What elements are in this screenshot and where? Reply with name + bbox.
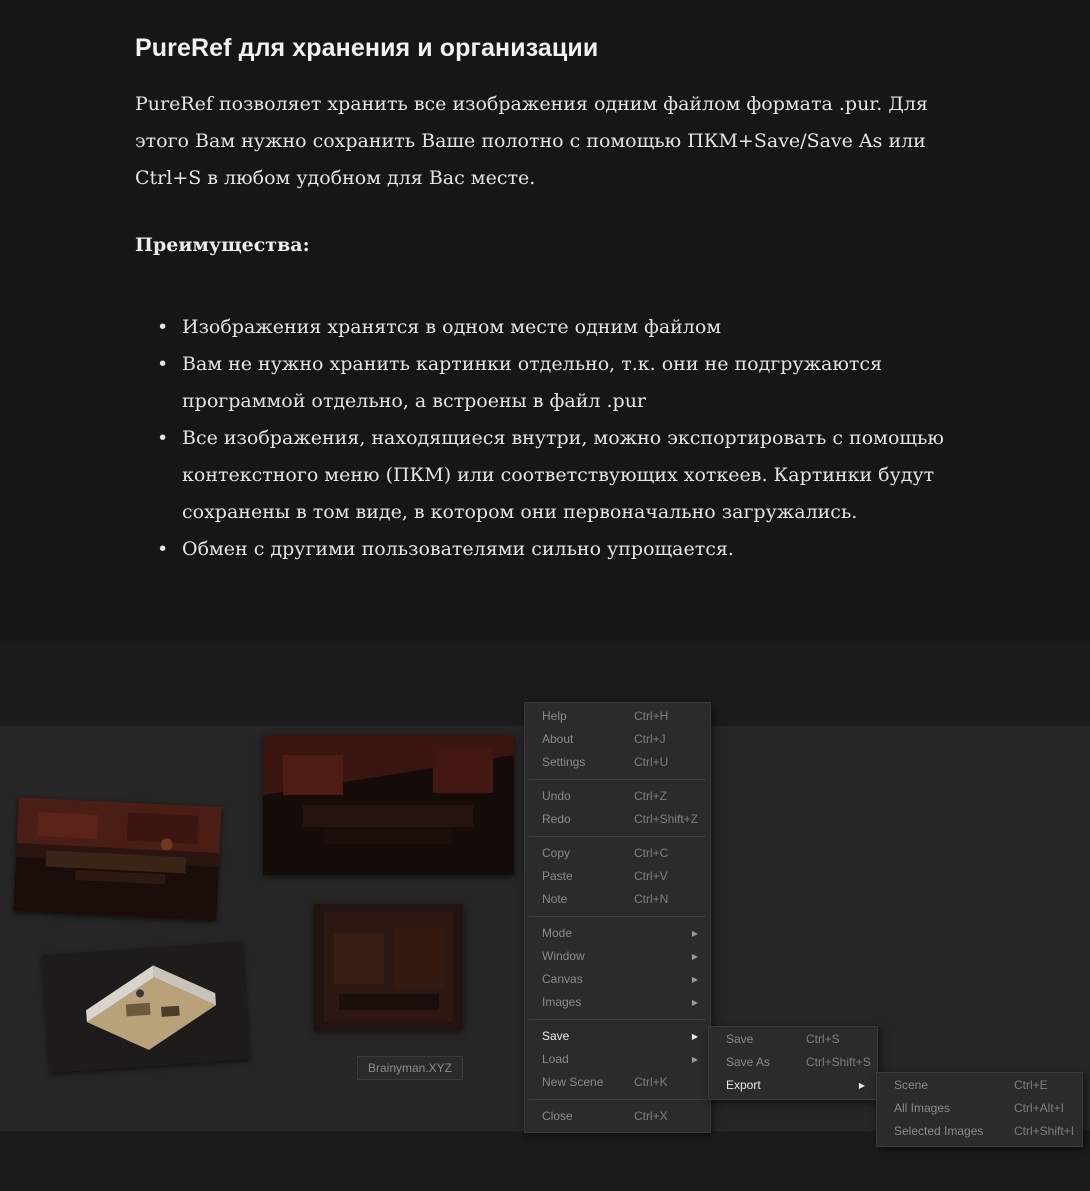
- menu-item-label: About: [542, 732, 574, 746]
- submenu-item-all-images[interactable]: All Images Ctrl+Alt+I: [877, 1097, 1082, 1120]
- isometric-room-picture: [42, 941, 250, 1073]
- menu-item-load[interactable]: Load ▶: [525, 1048, 710, 1071]
- menu-item-label: Settings: [542, 755, 586, 769]
- reference-image-studio-3[interactable]: [314, 904, 463, 1030]
- menu-item-shortcut: Ctrl+Shift+S: [806, 1055, 871, 1069]
- menu-item-label: Copy: [542, 846, 571, 860]
- submenu-item-scene[interactable]: Scene Ctrl+E: [877, 1074, 1082, 1097]
- menu-item-shortcut: Ctrl+E: [1014, 1078, 1048, 1092]
- menu-item-shortcut: Ctrl+J: [634, 732, 666, 746]
- menu-separator: [529, 916, 706, 917]
- triangle-right-icon: ▶: [691, 998, 698, 1007]
- menu-item-images[interactable]: Images ▶: [525, 991, 710, 1014]
- reference-image-studio-2[interactable]: [263, 735, 514, 875]
- save-submenu: Save Ctrl+S Save As Ctrl+Shift+S Export ▶: [708, 1026, 878, 1100]
- menu-item-canvas[interactable]: Canvas ▶: [525, 968, 710, 991]
- submenu-item-selected-images[interactable]: Selected Images Ctrl+Shift+I: [877, 1120, 1082, 1143]
- menu-separator: [529, 1019, 706, 1020]
- triangle-right-icon: ▶: [691, 929, 698, 938]
- menu-item-label: Redo: [542, 812, 571, 826]
- dark-studio-picture: [263, 735, 514, 875]
- menu-item-label: Help: [542, 709, 567, 723]
- menu-item-shortcut: Ctrl+X: [634, 1109, 668, 1123]
- menu-item-label: Save: [726, 1032, 754, 1046]
- triangle-right-icon: ▶: [691, 975, 698, 984]
- menu-item-shortcut: Ctrl+Z: [634, 789, 667, 803]
- watermark-label: Brainyman.XYZ: [357, 1056, 463, 1080]
- menu-separator: [529, 836, 706, 837]
- menu-item-settings[interactable]: Settings Ctrl+U: [525, 751, 710, 774]
- menu-separator: [529, 1099, 706, 1100]
- triangle-right-icon: ▶: [691, 1032, 698, 1041]
- menu-item-save[interactable]: Save ▶: [525, 1025, 710, 1048]
- menu-item-label: Scene: [894, 1078, 929, 1092]
- menu-item-label: Note: [542, 892, 568, 906]
- menu-item-shortcut: Ctrl+Shift+Z: [634, 812, 699, 826]
- menu-item-window[interactable]: Window ▶: [525, 945, 710, 968]
- menu-item-label: Load: [542, 1052, 569, 1066]
- menu-item-redo[interactable]: Redo Ctrl+Shift+Z: [525, 808, 710, 831]
- submenu-item-save[interactable]: Save Ctrl+S: [709, 1028, 877, 1051]
- article-title: PureRef для хранения и организации: [135, 34, 599, 62]
- advantages-list: Изображения хранятся в одном месте одним…: [157, 309, 962, 568]
- menu-item-shortcut: Ctrl+H: [634, 709, 669, 723]
- studio-interior-picture: [314, 904, 463, 1030]
- menu-item-close[interactable]: Close Ctrl+X: [525, 1105, 710, 1128]
- menu-item-label: Export: [726, 1078, 761, 1092]
- intro-paragraph: PureRef позволяет хранить все изображени…: [135, 93, 928, 189]
- submenu-item-export[interactable]: Export ▶: [709, 1074, 877, 1097]
- menu-item-shortcut: Ctrl+Alt+I: [1014, 1101, 1065, 1115]
- menu-item-shortcut: Ctrl+Shift+I: [1014, 1124, 1075, 1138]
- menu-item-label: All Images: [894, 1101, 951, 1115]
- menu-separator: [529, 779, 706, 780]
- menu-item-shortcut: Ctrl+U: [634, 755, 669, 769]
- menu-item-shortcut: Ctrl+S: [806, 1032, 840, 1046]
- list-item: Обмен с другими пользователями сильно уп…: [157, 531, 962, 568]
- context-menu: Help Ctrl+H About Ctrl+J Settings Ctrl+U Un…: [524, 702, 711, 1133]
- triangle-right-icon: ▶: [858, 1081, 865, 1090]
- menu-item-paste[interactable]: Paste Ctrl+V: [525, 865, 710, 888]
- article-section: PureRef для хранения и организации PureR…: [0, 0, 1090, 642]
- menu-item-label: Paste: [542, 869, 573, 883]
- list-item: Вам не нужно хранить картинки отдельно, …: [157, 346, 962, 420]
- menu-item-about[interactable]: About Ctrl+J: [525, 728, 710, 751]
- menu-item-label: Save As: [726, 1055, 771, 1069]
- export-submenu: Scene Ctrl+E All Images Ctrl+Alt+I Selecte…: [876, 1072, 1083, 1147]
- list-item: Все изображения, находящиеся внутри, мож…: [157, 420, 962, 531]
- list-item: Изображения хранятся в одном месте одним…: [157, 309, 962, 346]
- menu-item-label: Save: [542, 1029, 570, 1043]
- menu-item-shortcut: Ctrl+K: [634, 1075, 668, 1089]
- menu-item-shortcut: Ctrl+N: [634, 892, 669, 906]
- triangle-right-icon: ▶: [691, 1055, 698, 1064]
- triangle-right-icon: ▶: [691, 952, 698, 961]
- menu-item-label: Undo: [542, 789, 571, 803]
- menu-item-label: Selected Images: [894, 1124, 984, 1138]
- menu-item-shortcut: Ctrl+C: [634, 846, 669, 860]
- menu-item-note[interactable]: Note Ctrl+N: [525, 888, 710, 911]
- menu-item-help[interactable]: Help Ctrl+H: [525, 705, 710, 728]
- menu-item-label: Window: [542, 949, 585, 963]
- menu-item-label: Close: [542, 1109, 573, 1123]
- menu-item-label: New Scene: [542, 1075, 604, 1089]
- menu-item-copy[interactable]: Copy Ctrl+C: [525, 842, 710, 865]
- reference-image-room-3d[interactable]: [42, 941, 250, 1073]
- menu-item-shortcut: Ctrl+V: [634, 869, 668, 883]
- menu-item-label: Canvas: [542, 972, 583, 986]
- reference-image-studio-1[interactable]: [13, 797, 222, 921]
- studio-room-picture: [13, 797, 222, 921]
- menu-item-label: Mode: [542, 926, 573, 940]
- menu-item-mode[interactable]: Mode ▶: [525, 922, 710, 945]
- menu-item-undo[interactable]: Undo Ctrl+Z: [525, 785, 710, 808]
- menu-item-label: Images: [542, 995, 582, 1009]
- menu-item-new-scene[interactable]: New Scene Ctrl+K: [525, 1071, 710, 1094]
- advantages-heading: Преимущества:: [135, 234, 310, 256]
- submenu-item-save-as[interactable]: Save As Ctrl+Shift+S: [709, 1051, 877, 1074]
